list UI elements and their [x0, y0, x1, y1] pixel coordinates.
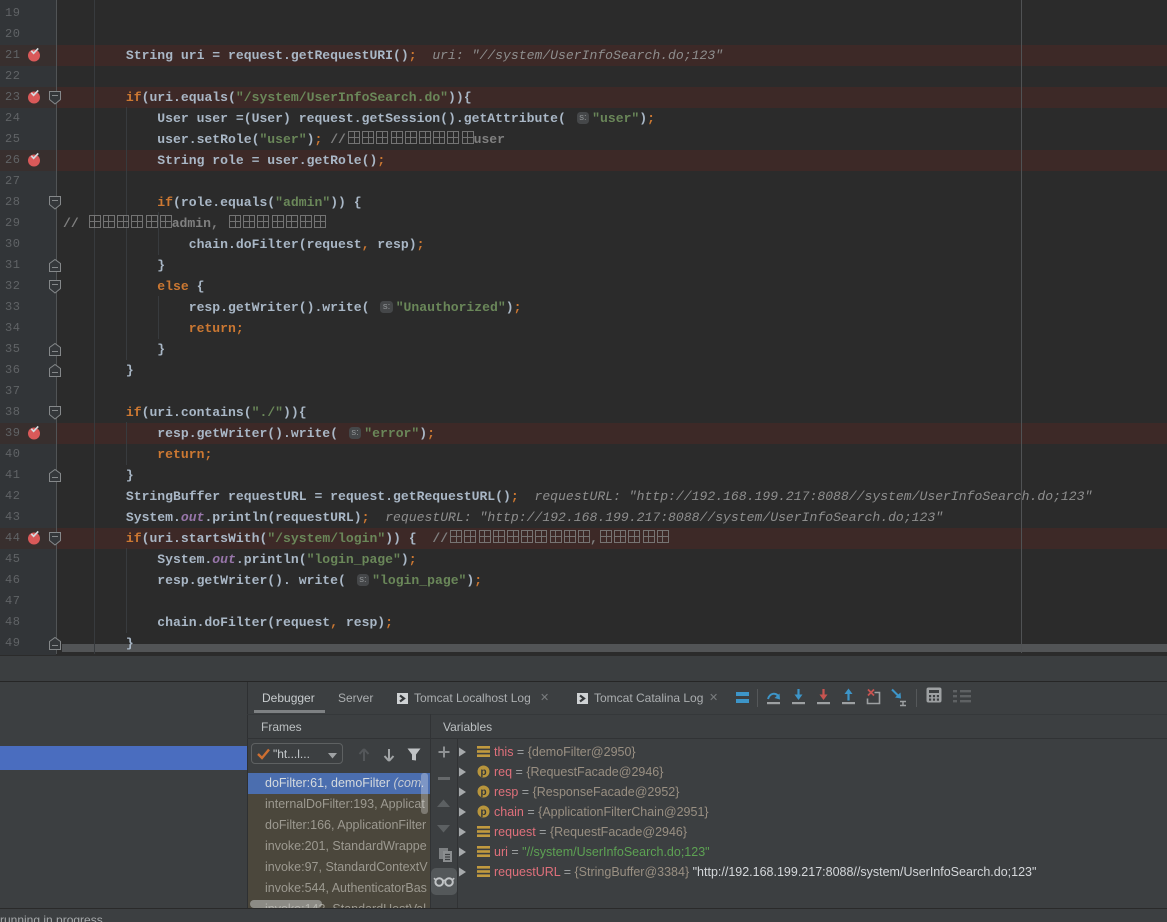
svg-text:p: p	[480, 767, 486, 778]
svg-text:p: p	[480, 787, 486, 798]
svg-text:p: p	[480, 807, 486, 818]
